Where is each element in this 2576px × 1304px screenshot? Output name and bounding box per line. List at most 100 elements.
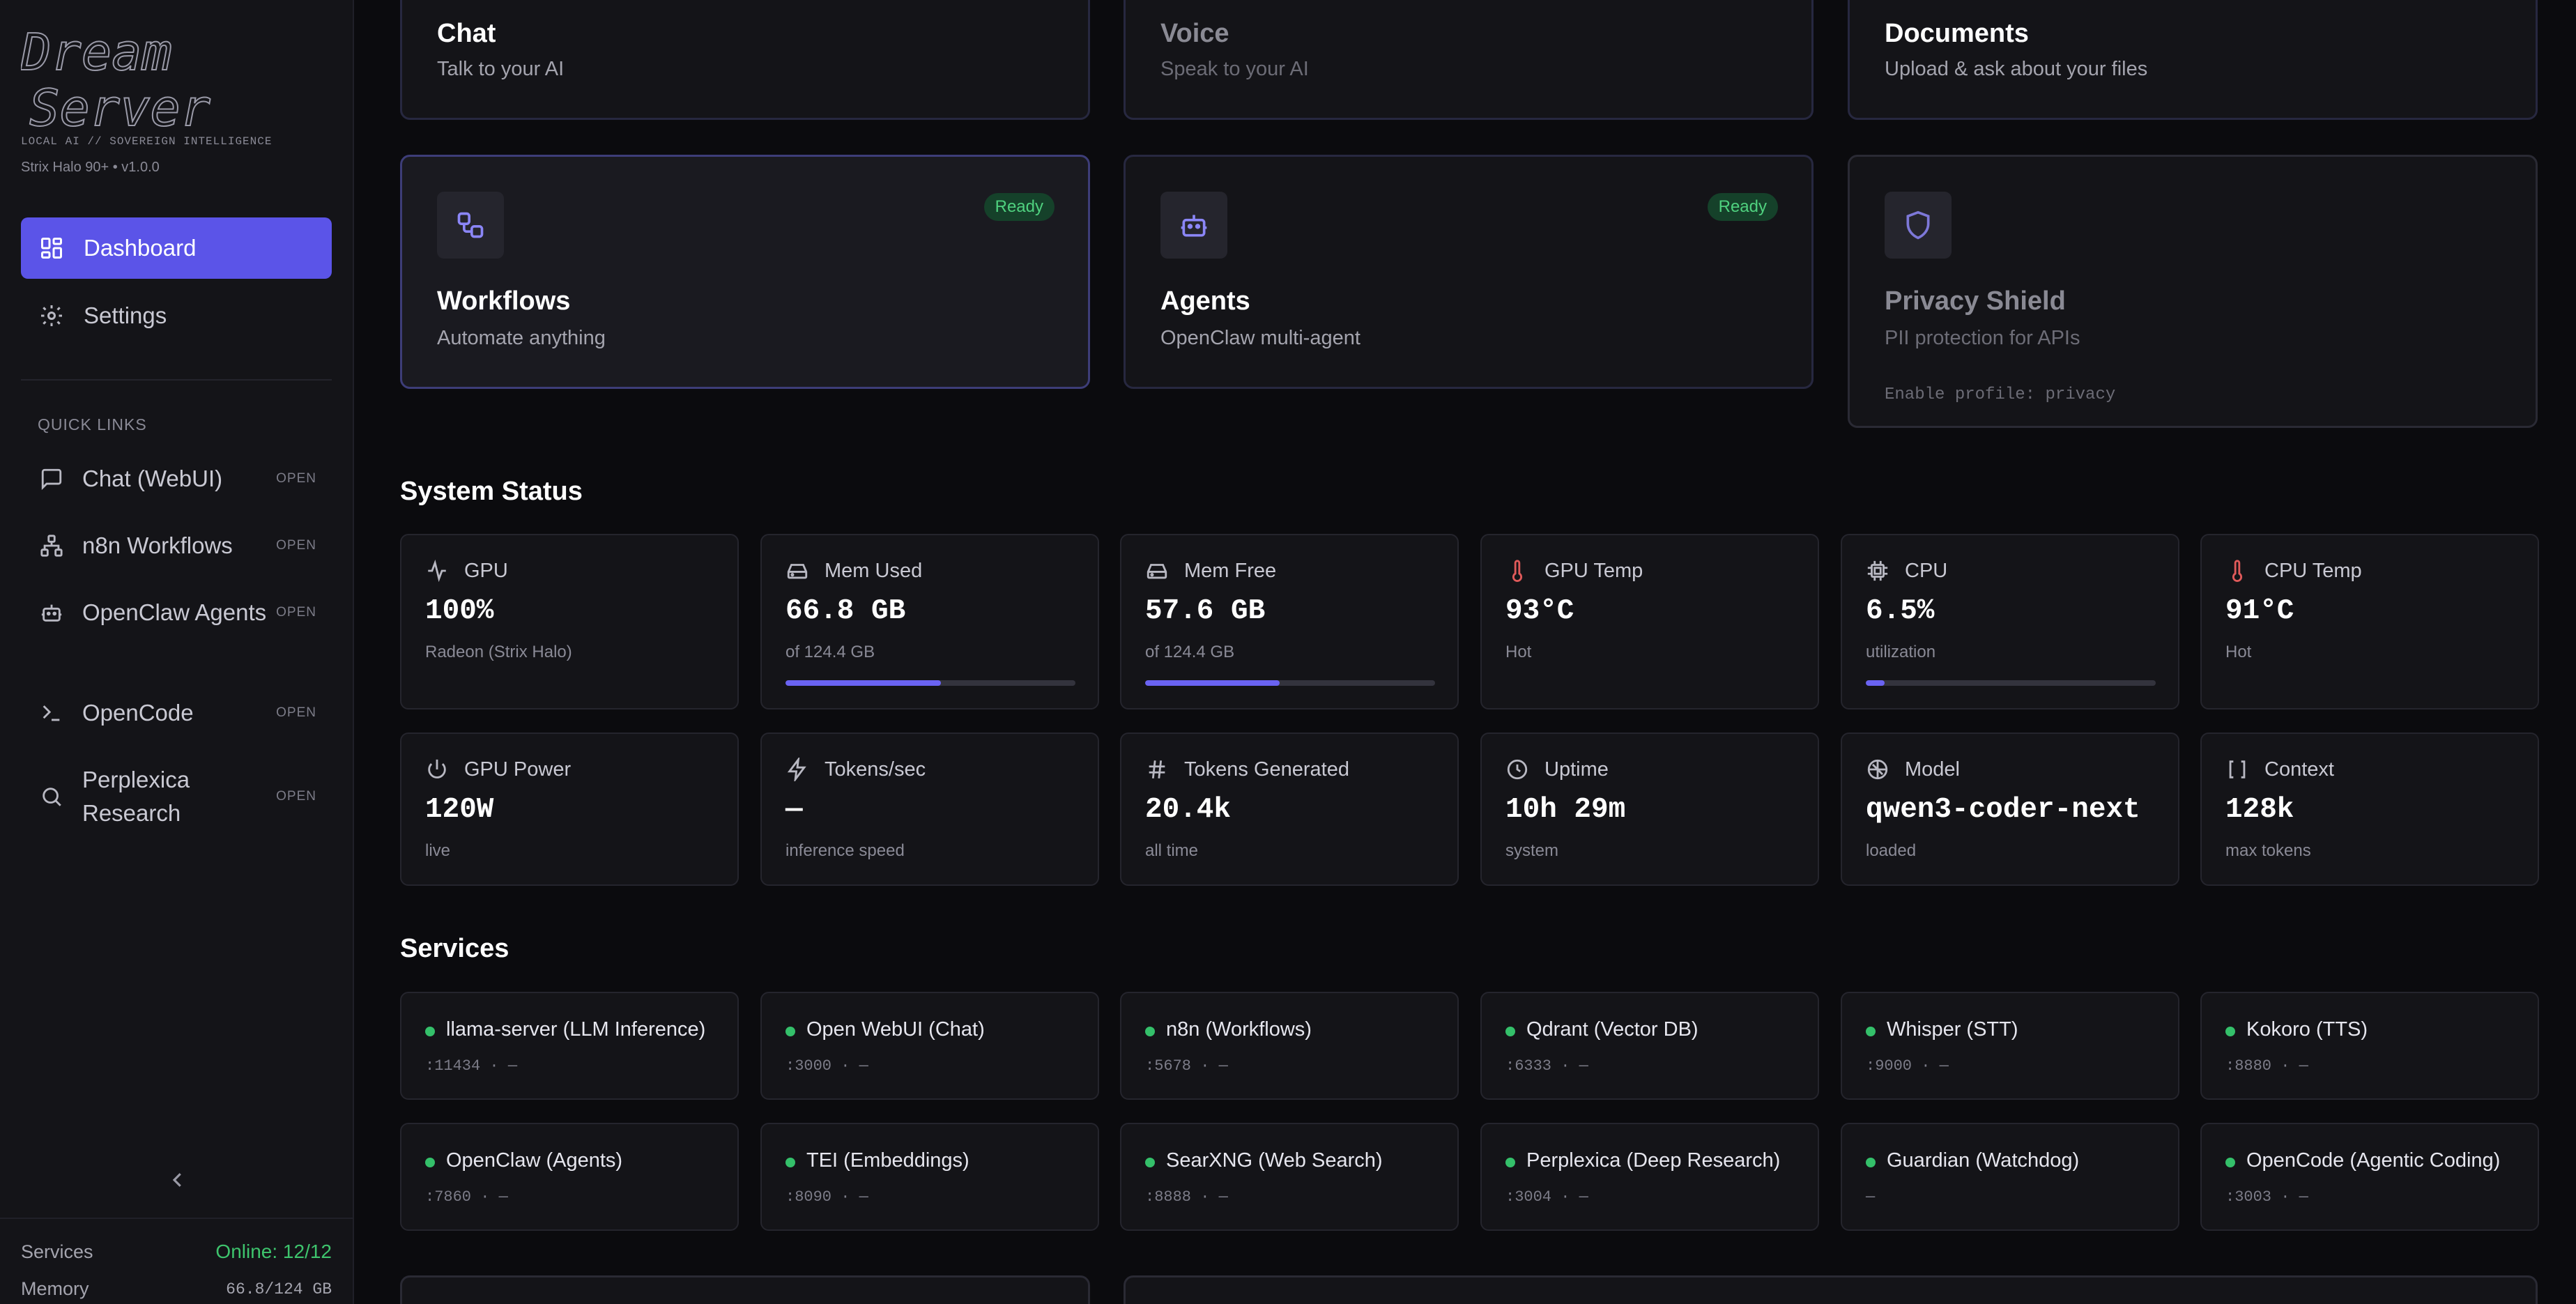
nav-dashboard[interactable]: Dashboard [21,217,332,279]
card-title: Agents [1160,286,1250,316]
metric-label: Model [1905,758,1960,781]
metric-label: Mem Free [1184,559,1277,582]
privacy-profile-hint: Enable profile: privacy [1885,385,2116,404]
power-icon [428,759,446,778]
terminal-icon [38,699,66,727]
nav-settings-label: Settings [84,302,167,328]
metric-subtext: max tokens [2225,841,2311,860]
metric-progress-bar [1866,680,2156,686]
metric-value: 10h 29m [1505,794,1626,826]
metric-card-model: Model qwen3-coder-next loaded [1841,732,2179,886]
metric-subtext: Radeon (Strix Halo) [425,643,572,661]
feature-card-privacy-shield[interactable]: Privacy Shield PII protection for APIs E… [1848,155,2538,428]
quick-link-n8n[interactable]: n8n Workflows OPEN [38,529,316,562]
metric-label: Context [2264,758,2334,781]
memory-label: Memory [21,1278,89,1299]
status-online-dot [1145,1158,1155,1167]
quick-link-label: OpenClaw Agents [82,599,267,625]
feature-card-documents[interactable]: Documents Upload & ask about your files [1848,0,2538,120]
status-online-dot [425,1027,435,1036]
open-badge: OPEN [276,789,316,804]
quick-link-opencode[interactable]: OpenCode OPEN [38,696,316,730]
metric-card-cpu-temp: CPU Temp 91°C Hot [2200,534,2539,709]
metric-value: 20.4k [1145,794,1232,826]
metric-header: Tokens/sec [785,758,926,781]
metric-card-gpu: GPU 100% Radeon (Strix Halo) [400,534,739,709]
feature-card-chat[interactable]: Chat Talk to your AI [400,0,1090,120]
service-card[interactable]: n8n (Workflows):5678 · — [1120,992,1459,1100]
memory-stat: Memory 66.8/124 GB [21,1278,332,1300]
quick-link-label: Chat (WebUI) [82,466,223,491]
service-card[interactable]: Whisper (STT) :9000 · — [1841,992,2179,1100]
svg-text:Server: Server [29,79,210,132]
services-online-value: Online: 12/12 [215,1241,332,1262]
card-subtitle: OpenClaw multi-agent [1160,327,1360,349]
service-card[interactable]: OpenCode (Agentic Coding):3003 · — [2200,1123,2539,1231]
service-port: :3000 · — [785,1057,868,1075]
logo-tagline: LOCAL AI // SOVEREIGN INTELLIGENCE [21,135,273,148]
metric-subtext: Hot [1505,643,1532,661]
card-subtitle: Automate anything [437,327,606,349]
bot-icon [38,599,66,627]
service-card[interactable]: TEI (Embeddings):8090 · — [760,1123,1099,1231]
feature-card-workflows[interactable]: Ready Workflows Automate anything [400,155,1090,389]
metric-value: 66.8 GB [785,595,906,627]
quick-link-perplexica[interactable]: Perplexica Research OPEN [38,763,316,830]
services-heading: Services [400,934,509,963]
metric-value: 93°C [1505,595,1574,627]
service-card[interactable]: Qdrant (Vector DB):6333 · — [1480,992,1819,1100]
quick-links-heading: QUICK LINKS [38,415,147,434]
service-card[interactable]: Kokoro (TTS):8880 · — [2200,992,2539,1100]
metric-label: CPU [1905,559,1948,582]
brackets-icon [2229,760,2246,778]
metric-progress-fill [1145,680,1280,686]
thermometer-icon [2232,560,2243,582]
service-card[interactable]: OpenClaw (Agents):7860 · — [400,1123,739,1231]
service-card[interactable]: Perplexica (Deep Research):3004 · — [1480,1123,1819,1231]
brain-icon [1867,759,1888,780]
card-title: Privacy Shield [1885,286,2066,316]
feature-card-agents[interactable]: Ready Agents OpenClaw multi-agent [1124,155,1814,389]
service-name: SearXNG (Web Search) [1166,1149,1383,1172]
metric-subtext: of 124.4 GB [1145,643,1235,661]
metric-header: Uptime [1505,758,1609,781]
metric-value: 120W [425,794,494,826]
service-card[interactable]: Open WebUI (Chat) :3000 · — [760,992,1099,1100]
quick-link-label: OpenCode [82,700,194,726]
workflow-icon [38,532,66,560]
metric-header: Mem Free [1145,559,1276,583]
metric-header: CPU [1866,559,1947,583]
metric-value: 91°C [2225,595,2294,627]
service-name: Open WebUI (Chat) [806,1018,985,1041]
service-card[interactable]: llama-server (LLM Inference):11434 · — [400,992,739,1100]
service-name: Whisper (STT) [1887,1018,2018,1041]
thermometer-icon [1512,560,1523,582]
metric-value: 57.6 GB [1145,595,1266,627]
memory-value: 66.8/124 GB [226,1280,332,1298]
service-port: — [1866,1188,1876,1206]
nav-settings[interactable]: Settings [21,285,332,346]
open-badge: OPEN [276,705,316,720]
feature-card-voice[interactable]: Voice Speak to your AI [1124,0,1814,120]
activity-icon [428,559,446,583]
service-card[interactable]: SearXNG (Web Search):8888 · — [1120,1123,1459,1231]
service-port: :7860 · — [425,1188,508,1206]
metric-progress-bar [1145,680,1435,686]
status-online-dot [1145,1027,1155,1036]
metric-subtext: all time [1145,841,1199,860]
metric-value: 6.5% [1866,595,1935,627]
status-online-dot [2225,1158,2235,1167]
metric-card-mem-free: Mem Free 57.6 GB of 124.4 GB [1120,534,1459,709]
service-port: :3004 · — [1505,1188,1588,1206]
metric-subtext: Hot [2225,643,2252,661]
metric-label: GPU Temp [1544,559,1643,582]
collapse-sidebar-icon[interactable] [167,1169,188,1190]
nav-dashboard-label: Dashboard [84,235,197,261]
metric-subtext: of 124.4 GB [785,643,875,661]
service-port: :9000 · — [1866,1057,1949,1075]
sidebar-footer-divider [0,1218,354,1219]
quick-link-openclaw[interactable]: OpenClaw Agents OPEN [38,596,316,629]
quick-link-chat[interactable]: Chat (WebUI) OPEN [38,462,316,496]
card-subtitle: Talk to your AI [437,58,565,80]
service-card[interactable]: Guardian (Watchdog) — [1841,1123,2179,1231]
